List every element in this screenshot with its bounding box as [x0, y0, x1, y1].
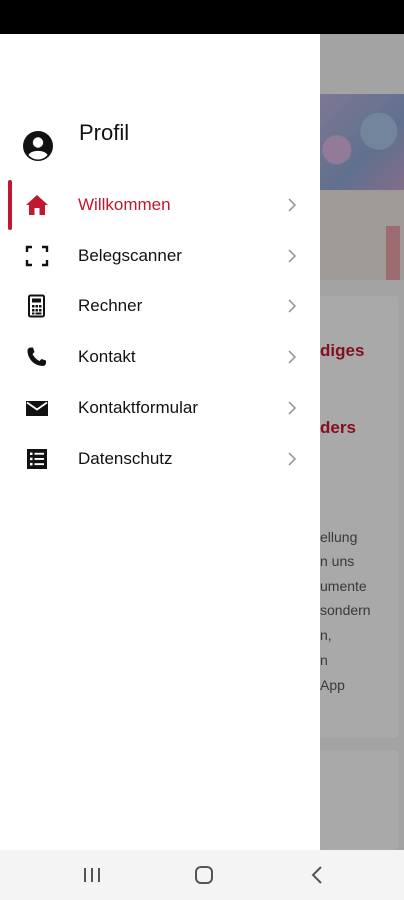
- menu-item-label: Willkommen: [78, 195, 171, 214]
- navigation-drawer: Profil Willkommen Belegscanner Rechner K…: [0, 34, 320, 850]
- active-indicator: [8, 180, 12, 230]
- menu-item-datenschutz[interactable]: Datenschutz: [0, 434, 320, 484]
- mail-icon: [26, 401, 48, 416]
- menu-item-label: Datenschutz: [78, 449, 173, 468]
- scan-icon: [25, 245, 49, 267]
- menu-item-willkommen[interactable]: Willkommen: [0, 180, 320, 230]
- system-navigation-bar: [0, 850, 404, 900]
- menu-item-label: Rechner: [78, 296, 143, 315]
- calculator-icon: [28, 294, 45, 318]
- menu-item-label: Kontakt: [78, 347, 136, 366]
- profile-title[interactable]: Profil: [79, 120, 129, 146]
- account-circle-icon[interactable]: [22, 130, 54, 162]
- status-bar: [0, 0, 404, 34]
- home-icon: [26, 195, 48, 215]
- recent-apps-icon[interactable]: [80, 864, 104, 886]
- chevron-right-icon: [288, 249, 297, 263]
- chevron-right-icon: [288, 198, 297, 212]
- menu-item-kontaktformular[interactable]: Kontaktformular: [0, 383, 320, 433]
- home-button-icon[interactable]: [192, 864, 216, 886]
- menu-item-label: Belegscanner: [78, 246, 182, 265]
- menu-item-label: Kontaktformular: [78, 398, 198, 417]
- drawer-scrim[interactable]: [320, 34, 404, 850]
- menu-item-belegscanner[interactable]: Belegscanner: [0, 231, 320, 281]
- chevron-right-icon: [288, 350, 297, 364]
- back-icon[interactable]: [306, 864, 330, 886]
- menu-item-rechner[interactable]: Rechner: [0, 281, 320, 331]
- chevron-right-icon: [288, 401, 297, 415]
- chevron-right-icon: [288, 299, 297, 313]
- menu-item-kontakt[interactable]: Kontakt: [0, 332, 320, 382]
- list-icon: [27, 449, 47, 469]
- chevron-right-icon: [288, 452, 297, 466]
- phone-icon: [27, 347, 46, 366]
